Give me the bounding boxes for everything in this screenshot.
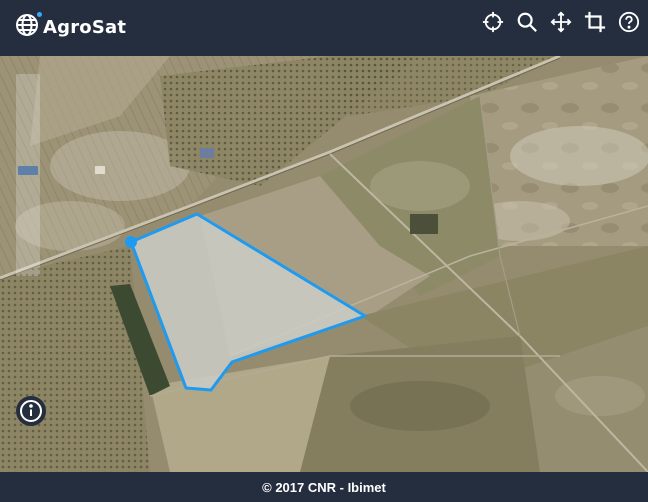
- locate-icon: [482, 11, 504, 38]
- polygon-vertex-handle: [125, 236, 137, 248]
- app-title: AgroSat: [43, 17, 127, 38]
- move-icon: [550, 11, 572, 38]
- crop-icon: [584, 11, 606, 38]
- move-button[interactable]: [550, 11, 572, 38]
- agrosat-app: AgroSat © 2017 CNR - Ibimet: [0, 0, 648, 502]
- copyright-text: © 2017 CNR - Ibimet: [262, 479, 386, 495]
- help-button[interactable]: [618, 11, 640, 38]
- locate-button[interactable]: [482, 11, 504, 38]
- info-icon: [19, 399, 43, 423]
- search-icon: [516, 11, 538, 38]
- toolbar: [482, 11, 640, 38]
- help-icon: [618, 11, 640, 38]
- top-bar: AgroSat: [0, 0, 648, 56]
- footer: © 2017 CNR - Ibimet: [0, 472, 648, 502]
- search-button[interactable]: [516, 11, 538, 38]
- brand[interactable]: AgroSat: [15, 12, 127, 42]
- satellite-map[interactable]: [0, 56, 648, 472]
- crop-button[interactable]: [584, 11, 606, 38]
- map-imagery: [0, 56, 648, 472]
- globe-icon: [15, 13, 39, 42]
- zoom-slider-handle[interactable]: [18, 166, 38, 175]
- info-button[interactable]: [16, 396, 46, 426]
- brand-dot: [37, 12, 42, 17]
- zoom-slider[interactable]: [16, 74, 40, 276]
